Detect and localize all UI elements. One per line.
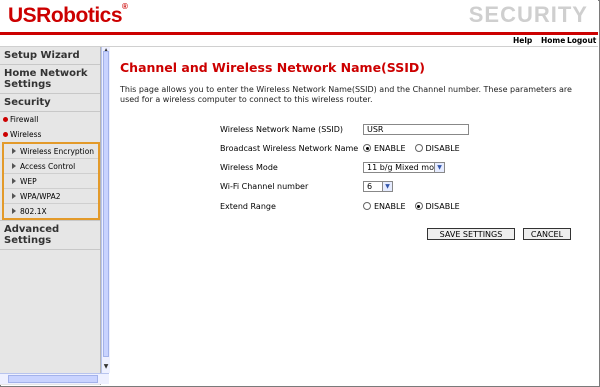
broadcast-label: Broadcast Wireless Network Name [220,143,359,153]
wireless-mode-select[interactable]: 11 b/g Mixed mode ▼ [363,161,445,173]
submenu-item-wpa-wpa2[interactable]: WPA/WPA2 [4,189,98,204]
broadcast-disable-label: DISABLE [425,143,460,153]
sidebar-item-wireless[interactable]: Wireless [0,127,100,142]
sidebar-item-label: Wireless [10,130,42,139]
cancel-button[interactable]: CANCEL [523,228,571,240]
sidebar-item-home-network-settings[interactable]: Home Network Settings [0,65,100,94]
extend-range-radio-group: ENABLE DISABLE [363,199,460,213]
submenu-item-wep[interactable]: WEP [4,174,98,189]
broadcast-radio-group: ENABLE DISABLE [363,141,460,155]
submenu-item-access-control[interactable]: Access Control [4,159,98,174]
submenu-item-wireless-encryption[interactable]: Wireless Encryption [4,144,98,159]
logout-link[interactable]: Logout [567,36,596,45]
broadcast-enable-radio[interactable] [363,144,371,152]
scrollbar-thumb[interactable] [8,375,98,383]
channel-label: Wi-Fi Channel number [220,181,309,191]
usrobotics-logo: USRobotics® [8,2,128,28]
page-title: Channel and Wireless Network Name(SSID) [120,60,425,75]
logo-mark: ® [122,2,128,11]
wireless-submenu: Wireless Encryption Access Control WEP W… [2,142,100,220]
triangle-right-icon [12,148,16,154]
bullet-icon [3,132,8,137]
submenu-item-label: WPA/WPA2 [20,191,61,201]
chevron-down-icon: ▼ [382,181,392,191]
extend-disable-label: DISABLE [425,201,460,211]
section-title: SECURITY [468,2,588,27]
sidebar: Setup Wizard Home Network Settings Secur… [0,47,101,385]
bullet-icon [3,117,8,122]
sidebar-item-advanced-settings[interactable]: Advanced Settings [0,220,100,250]
sidebar-item-setup-wizard[interactable]: Setup Wizard [0,47,100,65]
page-description: This page allows you to enter the Wirele… [120,85,572,104]
header: USRobotics® SECURITY [0,0,598,32]
logo-text: USRobotics [8,4,123,27]
sidebar-item-label: Firewall [10,115,39,124]
triangle-right-icon [12,163,16,169]
triangle-right-icon [12,193,16,199]
wireless-mode-value: 11 b/g Mixed mode [367,162,444,172]
triangle-right-icon [12,178,16,184]
broadcast-disable-radio[interactable] [414,144,423,152]
scrollbar-thumb[interactable] [103,51,109,357]
channel-select[interactable]: 6 ▼ [363,180,393,192]
channel-value: 6 [367,181,373,191]
triangle-right-icon [12,208,16,214]
submenu-item-802-1x[interactable]: 802.1X [4,204,98,218]
sidebar-vertical-scrollbar[interactable]: ▲ ▼ [101,47,110,373]
submenu-item-label: Wireless Encryption [20,146,95,156]
submenu-item-label: 802.1X [20,206,47,216]
ssid-input[interactable]: USR [363,123,469,135]
save-settings-button[interactable]: SAVE SETTINGS [427,228,515,240]
sidebar-item-firewall[interactable]: Firewall [0,112,100,127]
wireless-mode-label: Wireless Mode [220,162,278,172]
extend-disable-radio[interactable] [414,202,423,210]
main-content: Channel and Wireless Network Name(SSID) … [120,60,590,240]
help-link[interactable]: Help [513,36,532,45]
submenu-item-label: Access Control [20,161,76,171]
extend-enable-radio[interactable] [363,202,371,210]
ssid-label: Wireless Network Name (SSID) [220,124,344,134]
submenu-item-label: WEP [20,176,37,186]
extend-range-label: Extend Range [220,201,276,211]
extend-enable-label: ENABLE [374,201,406,211]
home-link[interactable]: Home [541,36,565,45]
sidebar-horizontal-scrollbar[interactable] [0,373,109,384]
scroll-down-icon[interactable]: ▼ [102,363,110,371]
chevron-down-icon: ▼ [434,162,444,172]
sidebar-item-security[interactable]: Security [0,94,100,112]
broadcast-enable-label: ENABLE [374,143,406,153]
top-nav: Help Home Logout [0,35,598,47]
